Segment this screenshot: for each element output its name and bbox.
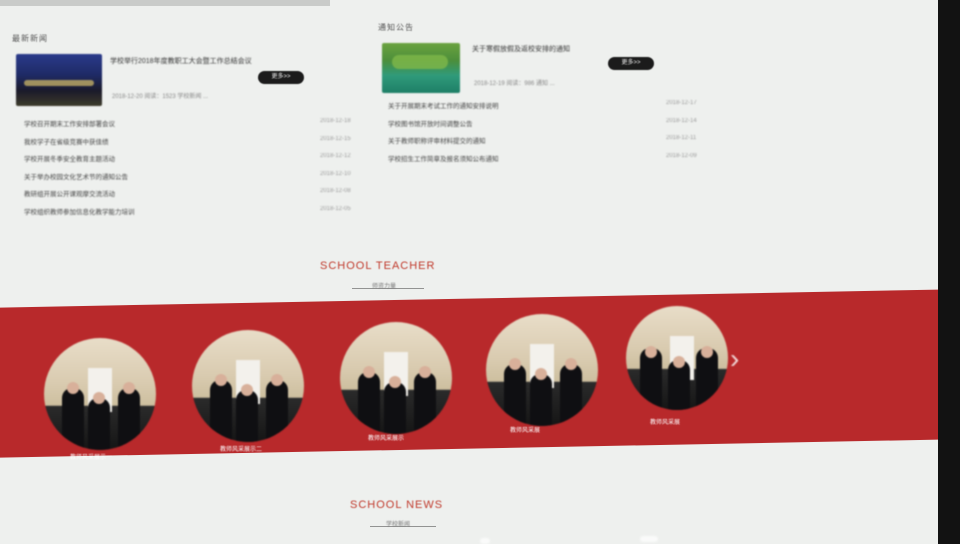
teacher-section-title: SCHOOL TEACHER (320, 260, 436, 272)
list-item-date: 2018-12-10 (320, 170, 351, 177)
list-item-date: 2018-12-15 (320, 135, 351, 142)
pagination-dot[interactable] (640, 536, 658, 542)
list-item[interactable]: 学校开展冬季安全教育主题活动 2018-12-12 (24, 153, 384, 171)
carousel-next-icon[interactable]: › (730, 343, 739, 375)
right-more-button[interactable]: 更多>> (608, 57, 654, 70)
list-item-date: 2018-12-14 (666, 117, 697, 124)
teacher-photo[interactable] (192, 330, 304, 442)
browser-viewport: 最新新闻 学校举行2018年度教职工大会暨工作总结会议 更多>> 2018-12… (0, 0, 938, 544)
left-column-label: 最新新闻 (12, 34, 48, 43)
list-item-title[interactable]: 学校图书馆开放时间调整公告 (388, 118, 473, 128)
left-more-button[interactable]: 更多>> (258, 71, 304, 84)
list-item-title[interactable]: 我校学子在省级竞赛中获佳绩 (24, 136, 109, 146)
list-item-title[interactable]: 关于举办校园文化艺术节的通知公告 (24, 171, 128, 181)
list-item-date: 2018-12-17 (666, 100, 697, 106)
pagination-dot[interactable] (480, 538, 490, 544)
teacher-name[interactable]: 教师风采展 (510, 425, 540, 434)
list-item[interactable]: 学校组织教师参加信息化教学能力培训 2018-12-05 (24, 206, 384, 224)
top-divider (0, 0, 330, 6)
list-item-date: 2018-12-12 (320, 153, 351, 159)
right-featured-image[interactable] (382, 43, 460, 93)
list-item-date: 2018-12-11 (666, 135, 697, 141)
list-item-title[interactable]: 关于教师职称评审材料提交的通知 (388, 135, 486, 145)
list-item-title[interactable]: 关于开展期末考试工作的通知安排说明 (388, 100, 499, 110)
right-column-label: 通知公告 (378, 23, 414, 32)
teacher-section-subtitle: 师资力量 (372, 284, 397, 290)
teacher-photo[interactable] (44, 338, 156, 450)
list-item[interactable]: 教研组开展公开课观摩交流活动 2018-12-08 (24, 188, 384, 206)
teacher-photo[interactable] (340, 322, 452, 434)
right-featured-meta: 2018-12-19 阅读：986 通知 ... (474, 81, 555, 87)
list-item[interactable]: 学校图书馆开放时间调整公告 2018-12-14 (388, 118, 728, 136)
list-item[interactable]: 学校招生工作简章及报名须知公布通知 2018-12-09 (388, 153, 728, 171)
list-item[interactable]: 学校召开期末工作安排部署会议 2018-12-18 (24, 118, 384, 136)
list-item-title[interactable]: 学校召开期末工作安排部署会议 (24, 118, 115, 128)
list-item-title[interactable]: 学校组织教师参加信息化教学能力培训 (24, 206, 135, 216)
news-section-title: SCHOOL NEWS (350, 499, 444, 511)
list-item[interactable]: 关于教师职称评审材料提交的通知 2018-12-11 (388, 135, 728, 153)
list-item[interactable]: 关于开展期末考试工作的通知安排说明 2018-12-17 (388, 100, 728, 118)
teacher-name[interactable]: 教师风采展示 (368, 433, 404, 442)
list-item-date: 2018-12-08 (320, 188, 351, 194)
list-item[interactable]: 我校学子在省级竞赛中获佳绩 2018-12-15 (24, 136, 384, 154)
left-news-list: 学校召开期末工作安排部署会议 2018-12-18 我校学子在省级竞赛中获佳绩 20… (24, 118, 384, 223)
list-item-date: 2018-12-09 (666, 152, 697, 159)
monitor-bezel (938, 0, 960, 544)
left-featured-title[interactable]: 学校举行2018年度教职工大会暨工作总结会议 (110, 56, 252, 66)
teacher-name[interactable]: 教师风采展示一 (70, 452, 112, 461)
list-item-title[interactable]: 学校招生工作简章及报名须知公布通知 (388, 153, 499, 163)
right-news-list: 关于开展期末考试工作的通知安排说明 2018-12-17 学校图书馆开放时间调整公… (388, 100, 728, 170)
list-item-title[interactable]: 教研组开展公开课观摩交流活动 (24, 188, 115, 198)
list-item-date: 2018-12-05 (320, 205, 351, 212)
list-item-date: 2018-12-18 (320, 118, 351, 124)
list-item[interactable]: 关于举办校园文化艺术节的通知公告 2018-12-10 (24, 171, 384, 189)
teacher-name[interactable]: 教师风采展 (650, 417, 680, 426)
teacher-photo[interactable] (626, 306, 728, 410)
teacher-photo[interactable] (486, 314, 598, 426)
list-item-title[interactable]: 学校开展冬季安全教育主题活动 (24, 153, 115, 163)
teacher-name[interactable]: 教师风采展示二 (220, 444, 262, 453)
right-featured-title[interactable]: 关于寒假放假及返校安排的通知 (472, 44, 570, 54)
left-featured-image[interactable] (16, 54, 102, 106)
news-section-subtitle: 学校新闻 (386, 522, 411, 528)
left-featured-meta: 2018-12-20 阅读：1523 学校新闻 ... (112, 94, 209, 100)
